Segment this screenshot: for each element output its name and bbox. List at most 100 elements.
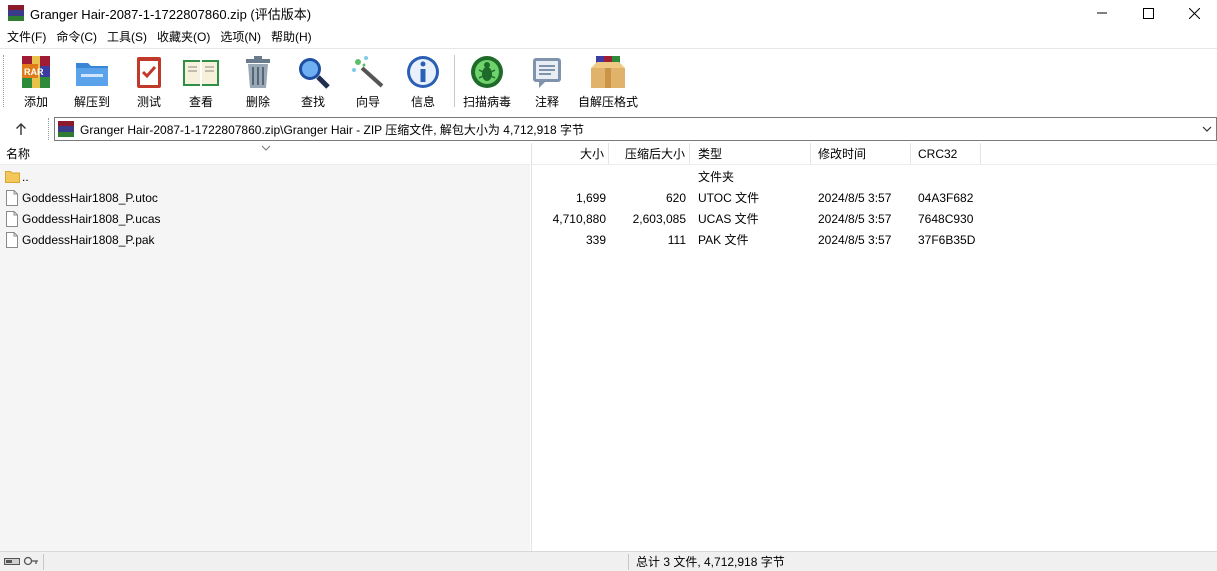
wizard-button[interactable]: 向导	[348, 53, 388, 111]
wizard-label: 向导	[355, 95, 380, 109]
find-button[interactable]: 查找	[293, 53, 333, 111]
packed-cell: 620	[665, 191, 686, 205]
menu-bar: 文件(F) 命令(C) 工具(S) 收藏夹(O) 选项(N) 帮助(H)	[0, 27, 1217, 47]
type-cell: UTOC 文件	[698, 191, 760, 205]
menu-file[interactable]: 文件(F)	[2, 27, 51, 47]
column-header-crc32[interactable]: CRC32	[911, 143, 981, 165]
list-item-ucas[interactable]: GoddessHair1808_P.ucas	[0, 209, 530, 230]
column-header-filler	[981, 143, 1217, 165]
archive-icon	[58, 121, 74, 137]
modified-cell: 2024/8/5 3:57	[818, 212, 892, 226]
file-list-name-pane[interactable]: 名称 .. GoddessHair1808_P.utoc GoddessHair…	[0, 143, 530, 551]
drive-icon[interactable]	[4, 556, 20, 566]
file-name: GoddessHair1808_P.ucas	[22, 212, 161, 226]
table-row[interactable]: 339 111 PAK 文件 2024/8/5 3:57 37F6B35D	[532, 230, 1217, 251]
file-list-details-pane[interactable]: 大小 压缩后大小 类型 修改时间 CRC32 文件夹 1,699 620 UTO…	[531, 143, 1217, 551]
file-icon	[6, 190, 18, 206]
maximize-button[interactable]	[1125, 0, 1171, 26]
address-grip	[48, 118, 51, 140]
toolbar-separator	[454, 55, 455, 107]
status-summary: 总计 3 文件, 4,712,918 字节	[636, 555, 785, 569]
window-title: Granger Hair-2087-1-1722807860.zip (评估版本…	[30, 6, 312, 22]
minimize-icon	[1097, 12, 1107, 14]
menu-tools[interactable]: 工具(S)	[102, 27, 152, 47]
sfx-button[interactable]: 自解压格式	[578, 53, 638, 111]
close-button[interactable]	[1171, 0, 1217, 26]
view-button[interactable]: 查看	[181, 53, 221, 111]
size-cell: 339	[585, 233, 606, 247]
column-header-modified[interactable]: 修改时间	[811, 143, 911, 165]
up-one-level-button[interactable]	[10, 119, 32, 139]
title-bar: Granger Hair-2087-1-1722807860.zip (评估版本…	[0, 0, 1217, 26]
crc-cell: 37F6B35D	[918, 233, 976, 247]
packed-cell: 111	[667, 233, 686, 247]
file-name: ..	[22, 170, 29, 184]
minimize-button[interactable]	[1079, 0, 1125, 26]
comment-button[interactable]: 注释	[527, 53, 567, 111]
extract-to-button[interactable]: 解压到	[72, 53, 112, 111]
crc-cell: 04A3F682	[918, 191, 974, 205]
list-item-parent-folder[interactable]: ..	[0, 167, 530, 188]
test-label: 测试	[136, 95, 161, 109]
size-cell: 1,699	[575, 191, 606, 205]
wizard-wand-icon	[348, 53, 388, 91]
column-header-packed-size[interactable]: 压缩后大小	[609, 143, 690, 165]
size-cell: 4,710,880	[552, 212, 606, 226]
delete-button[interactable]: 删除	[238, 53, 278, 111]
list-item-pak[interactable]: GoddessHair1808_P.pak	[0, 230, 530, 251]
trash-bin-icon	[238, 53, 278, 91]
menu-commands[interactable]: 命令(C)	[51, 27, 102, 47]
list-item-utoc[interactable]: GoddessHair1808_P.utoc	[0, 188, 530, 209]
column-header-type[interactable]: 类型	[690, 143, 811, 165]
virus-scan-button[interactable]: 扫描病毒	[463, 53, 511, 111]
maximize-icon	[1142, 7, 1154, 19]
menu-options[interactable]: 选项(N)	[215, 27, 266, 47]
info-button[interactable]: 信息	[403, 53, 443, 111]
menu-favorites[interactable]: 收藏夹(O)	[152, 27, 215, 47]
toolbar-grip[interactable]	[3, 55, 6, 107]
file-icon	[6, 211, 18, 227]
winrar-app-icon[interactable]	[8, 5, 24, 21]
status-bar: 总计 3 文件, 4,712,918 字节	[0, 551, 1217, 571]
crc-cell: 7648C930	[918, 212, 974, 226]
table-row[interactable]: 1,699 620 UTOC 文件 2024/8/5 3:57 04A3F682	[532, 188, 1217, 209]
column-header-size[interactable]: 大小	[532, 143, 609, 165]
address-path: Granger Hair-2087-1-1722807860.zip\Grang…	[80, 122, 584, 137]
table-row[interactable]: 4,710,880 2,603,085 UCAS 文件 2024/8/5 3:5…	[532, 209, 1217, 230]
sfx-label: 自解压格式	[578, 95, 639, 109]
status-divider	[43, 554, 44, 570]
add-archive-icon: RAR	[16, 53, 56, 91]
info-icon	[403, 53, 443, 91]
folder-icon	[5, 171, 20, 183]
modified-cell: 2024/8/5 3:57	[818, 233, 892, 247]
test-button[interactable]: 测试	[129, 53, 169, 111]
key-icon[interactable]	[23, 556, 39, 566]
test-clipboard-icon	[129, 53, 169, 91]
toolbar: RAR 添加 解压到 测试 查看 删除 查找 向导 信息 扫描病毒 注释 自解压…	[0, 48, 1217, 113]
extract-folder-icon	[72, 53, 112, 91]
status-divider	[628, 554, 629, 570]
file-name: GoddessHair1808_P.utoc	[22, 191, 158, 205]
packed-cell: 2,603,085	[632, 212, 686, 226]
arrow-up-icon	[16, 123, 26, 135]
type-cell: UCAS 文件	[698, 212, 759, 226]
type-cell: PAK 文件	[698, 233, 749, 247]
status-icons	[4, 556, 39, 566]
comment-label: 注释	[534, 95, 559, 109]
view-book-icon	[181, 53, 221, 91]
virus-scan-label: 扫描病毒	[463, 95, 512, 109]
table-row[interactable]: 文件夹	[532, 167, 1217, 188]
modified-cell: 2024/8/5 3:57	[818, 191, 892, 205]
file-name: GoddessHair1808_P.pak	[22, 233, 155, 247]
address-bar[interactable]: Granger Hair-2087-1-1722807860.zip\Grang…	[54, 117, 1217, 141]
sfx-box-icon	[588, 53, 628, 91]
close-icon	[1188, 7, 1200, 19]
size-cell	[532, 167, 606, 188]
menu-help[interactable]: 帮助(H)	[266, 27, 317, 47]
svg-text:RAR: RAR	[24, 67, 44, 77]
find-label: 查找	[300, 95, 325, 109]
chevron-down-icon[interactable]	[1202, 122, 1212, 136]
delete-label: 删除	[245, 95, 270, 109]
view-label: 查看	[188, 95, 213, 109]
add-button[interactable]: RAR 添加	[16, 53, 56, 111]
